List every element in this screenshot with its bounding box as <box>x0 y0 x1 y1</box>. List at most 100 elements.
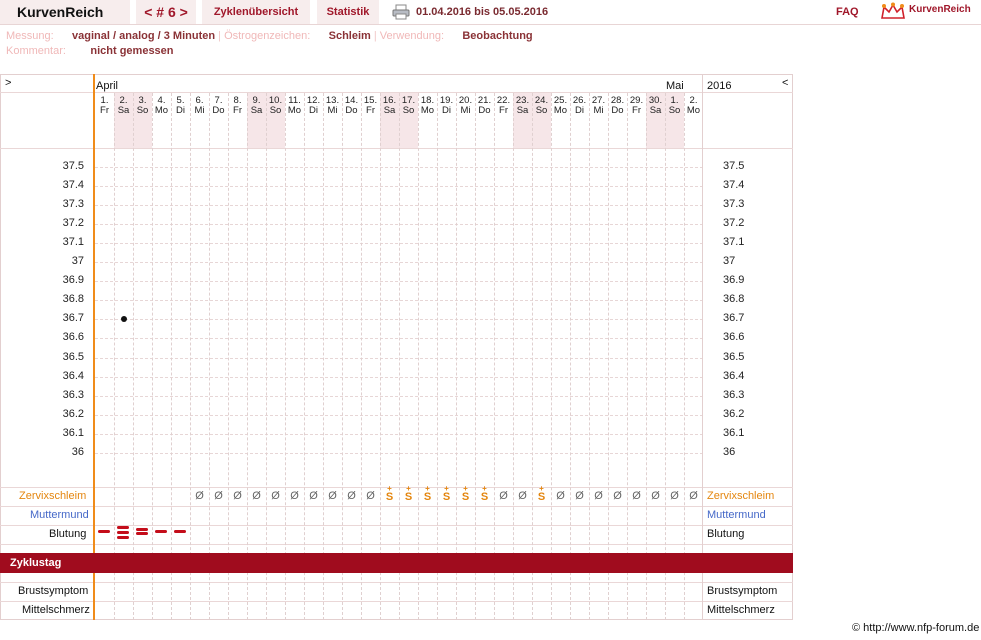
tab-statistics[interactable]: Statistik <box>317 0 379 24</box>
day-header[interactable]: 17. So <box>399 96 418 116</box>
mucus-none-symbol[interactable]: Ø <box>285 490 304 502</box>
row-divider <box>0 582 793 583</box>
bleeding-mark[interactable] <box>174 530 186 533</box>
mucus-none-symbol[interactable]: Ø <box>513 490 532 502</box>
day-gridline <box>304 93 305 620</box>
zervix-row-label: Zervixschleim <box>19 490 87 502</box>
nav-prev-arrow[interactable]: > <box>5 77 11 89</box>
day-header[interactable]: 6. Mi <box>190 96 209 116</box>
mucus-s-plus-symbol[interactable]: + S <box>532 485 551 503</box>
day-header[interactable]: 11. Mo <box>285 96 304 116</box>
day-header[interactable]: 23. Sa <box>513 96 532 116</box>
bleeding-mark[interactable] <box>155 530 167 533</box>
logo-text[interactable]: KurvenReich <box>909 4 971 15</box>
temp-label-right: 36.5 <box>723 350 745 363</box>
mucus-none-symbol[interactable]: Ø <box>266 490 285 502</box>
mucus-none-symbol[interactable]: Ø <box>627 490 646 502</box>
day-gridline <box>399 93 400 620</box>
temp-label-right: 37.2 <box>723 217 745 230</box>
bleeding-mark[interactable] <box>136 532 148 535</box>
mucus-s-plus-symbol[interactable]: + S <box>380 485 399 503</box>
day-header[interactable]: 3. So <box>133 96 152 116</box>
temp-label-left: 36.9 <box>62 274 84 287</box>
day-gridline <box>513 93 514 620</box>
nav-next-arrow[interactable]: < <box>782 77 788 89</box>
day-header[interactable]: 19. Di <box>437 96 456 116</box>
day-header[interactable]: 1. Fr <box>95 96 114 116</box>
day-header[interactable]: 2. Sa <box>114 96 133 116</box>
day-header[interactable]: 18. Mo <box>418 96 437 116</box>
bleeding-mark[interactable] <box>117 536 129 539</box>
mucus-none-symbol[interactable]: Ø <box>494 490 513 502</box>
day-header[interactable]: 29. Fr <box>627 96 646 116</box>
day-header[interactable]: 4. Mo <box>152 96 171 116</box>
day-header[interactable]: 14. Do <box>342 96 361 116</box>
day-header[interactable]: 2. Mo <box>684 96 703 116</box>
day-gridline <box>475 93 476 620</box>
mucus-none-symbol[interactable]: Ø <box>342 490 361 502</box>
mucus-s-plus-symbol[interactable]: + S <box>399 485 418 503</box>
month-label-april: April <box>96 80 119 92</box>
day-header[interactable]: 12. Di <box>304 96 323 116</box>
temp-label-right: 37 <box>723 255 736 268</box>
mucus-none-symbol[interactable]: Ø <box>665 490 684 502</box>
mucus-s-plus-symbol[interactable]: + S <box>475 485 494 503</box>
day-header[interactable]: 27. Mi <box>589 96 608 116</box>
cycle-navigator[interactable]: < # 6 > <box>136 0 196 24</box>
bleeding-mark[interactable] <box>117 531 129 534</box>
temp-label-left: 36.8 <box>62 293 84 306</box>
row-divider <box>0 506 793 507</box>
temp-label-left: 37 <box>71 255 84 268</box>
mucus-s-plus-symbol[interactable]: + S <box>456 485 475 503</box>
day-header[interactable]: 5. Di <box>171 96 190 116</box>
day-header[interactable]: 7. Do <box>209 96 228 116</box>
day-header[interactable]: 8. Fr <box>228 96 247 116</box>
month-label-mai: Mai <box>666 80 684 92</box>
temp-label-right: 37.4 <box>723 179 745 192</box>
mucus-none-symbol[interactable]: Ø <box>570 490 589 502</box>
mucus-none-symbol[interactable]: Ø <box>209 490 228 502</box>
top-divider <box>0 24 981 25</box>
bleeding-mark[interactable] <box>117 526 129 529</box>
mittel-row-label: Mittelschmerz <box>22 604 90 616</box>
day-gridline <box>532 93 533 620</box>
day-header[interactable]: 1. So <box>665 96 684 116</box>
day-header[interactable]: 26. Di <box>570 96 589 116</box>
temp-label-left: 36.4 <box>62 369 84 382</box>
temp-label-right: 36.8 <box>723 293 745 306</box>
mucus-s-plus-symbol[interactable]: + S <box>418 485 437 503</box>
mucus-none-symbol[interactable]: Ø <box>589 490 608 502</box>
day-header[interactable]: 10. So <box>266 96 285 116</box>
mucus-none-symbol[interactable]: Ø <box>247 490 266 502</box>
day-gridline <box>228 93 229 620</box>
mucus-none-symbol[interactable]: Ø <box>304 490 323 502</box>
day-header[interactable]: 22. Fr <box>494 96 513 116</box>
day-header[interactable]: 9. Sa <box>247 96 266 116</box>
tab-cycle-overview[interactable]: Zyklenübersicht <box>202 0 310 24</box>
mucus-none-symbol[interactable]: Ø <box>190 490 209 502</box>
mucus-none-symbol[interactable]: Ø <box>323 490 342 502</box>
day-header[interactable]: 25. Mo <box>551 96 570 116</box>
temperature-point[interactable] <box>120 316 127 323</box>
day-header[interactable]: 20. Mi <box>456 96 475 116</box>
mucus-none-symbol[interactable]: Ø <box>551 490 570 502</box>
faq-link[interactable]: FAQ <box>836 6 859 18</box>
temp-label-right: 36.2 <box>723 407 745 420</box>
bleeding-mark[interactable] <box>136 528 148 531</box>
mucus-none-symbol[interactable]: Ø <box>684 490 703 502</box>
day-header[interactable]: 30. Sa <box>646 96 665 116</box>
day-header[interactable]: 15. Fr <box>361 96 380 116</box>
day-header[interactable]: 24. So <box>532 96 551 116</box>
mucus-none-symbol[interactable]: Ø <box>608 490 627 502</box>
mucus-none-symbol[interactable]: Ø <box>646 490 665 502</box>
day-header[interactable]: 21. Do <box>475 96 494 116</box>
mucus-none-symbol[interactable]: Ø <box>361 490 380 502</box>
bleeding-mark[interactable] <box>98 530 110 533</box>
mucus-none-symbol[interactable]: Ø <box>228 490 247 502</box>
day-header[interactable]: 28. Do <box>608 96 627 116</box>
day-header[interactable]: 16. Sa <box>380 96 399 116</box>
mucus-s-plus-symbol[interactable]: + S <box>437 485 456 503</box>
day-gridline <box>684 93 685 620</box>
day-header[interactable]: 13. Mi <box>323 96 342 116</box>
printer-icon[interactable] <box>392 4 410 20</box>
